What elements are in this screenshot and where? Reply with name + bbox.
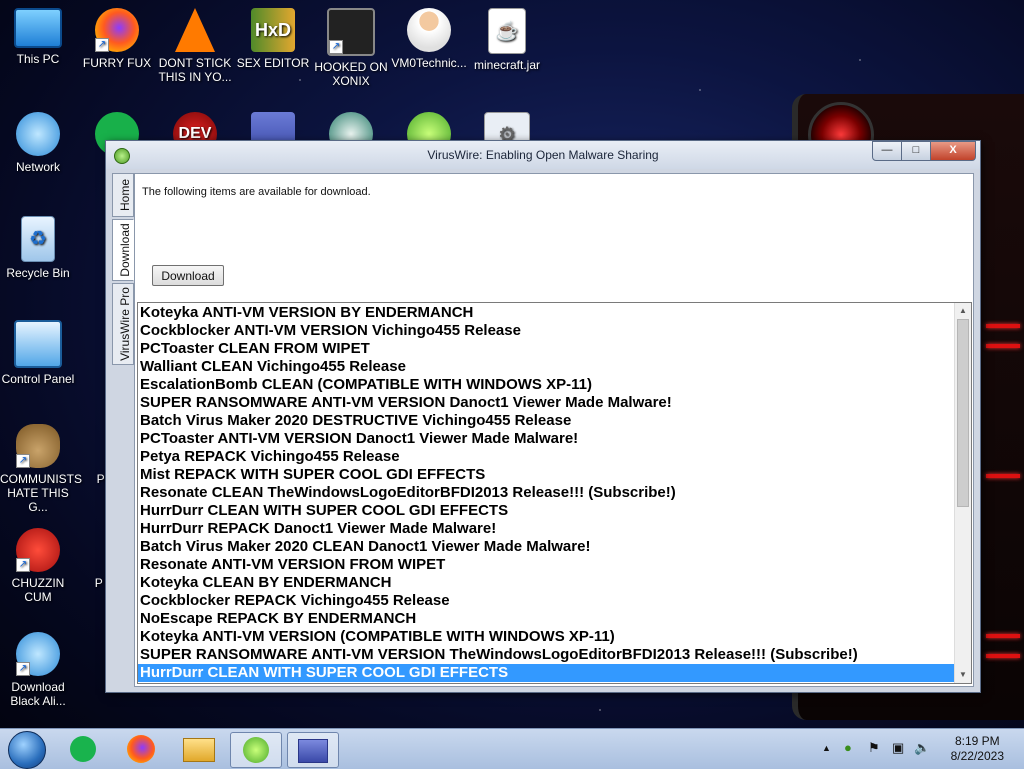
clock-time: 8:19 PM [954, 734, 1000, 748]
malware-list-item[interactable]: Koteyka CLEAN BY ENDERMANCH [138, 574, 954, 592]
tray-overflow-chevron-icon[interactable]: ▲ [822, 743, 831, 753]
malware-list-item[interactable]: Walliant CLEAN Vichingo455 Release [138, 358, 954, 376]
malware-list-item[interactable]: Batch Virus Maker 2020 CLEAN Danoct1 Vie… [138, 538, 954, 556]
network-globe-icon: ↗ [16, 632, 60, 676]
start-button[interactable] [8, 731, 46, 769]
network-globe-icon [16, 112, 60, 156]
scroll-up-arrow-icon[interactable]: ▲ [955, 303, 971, 319]
red-led-decoration [986, 474, 1020, 478]
xonix-game-icon: ↗ [327, 8, 375, 56]
scroll-down-arrow-icon[interactable]: ▼ [955, 667, 971, 683]
tab-label: Download [118, 223, 132, 277]
control-panel-icon [14, 320, 62, 368]
malware-list-item[interactable]: Cockblocker ANTI-VM VERSION Vichingo455 … [138, 322, 954, 340]
taskbar-green-app-icon[interactable] [58, 732, 108, 766]
desktop-icon-label: Network [15, 160, 60, 174]
desktop-icon-network[interactable]: Network [0, 112, 76, 174]
shortcut-arrow-icon: ↗ [95, 38, 109, 52]
taskbar-clock[interactable]: 8:19 PM 8/22/2023 [951, 734, 1004, 764]
download-button[interactable]: Download [152, 265, 224, 286]
vertical-tab-strip: Home Download VirusWire Pro [112, 173, 134, 367]
desktop-icon-label: SEX EDITOR [236, 56, 310, 70]
clock-date: 8/22/2023 [950, 749, 1004, 763]
desktop-icon-label: VM0Technic... [391, 56, 467, 70]
red-led-decoration [986, 324, 1020, 328]
malware-list-item[interactable]: PCToaster CLEAN FROM WIPET [138, 340, 954, 358]
desktop-icon-minecraft-jar[interactable]: ☕ minecraft.jar [469, 8, 545, 72]
malware-list-item[interactable]: NoEscape REPACK BY ENDERMANCH [138, 610, 954, 628]
monitor-icon [14, 8, 62, 48]
malware-list-item[interactable]: SUPER RANSOMWARE ANTI-VM VERSION Danoct1… [138, 394, 954, 412]
desktop-icon-label: This PC [16, 52, 60, 66]
malware-list-item[interactable]: Koteyka ANTI-VM VERSION BY ENDERMANCH [138, 304, 954, 322]
vertical-scrollbar[interactable]: ▲ ▼ [954, 303, 971, 683]
desktop-icon-label: minecraft.jar [473, 58, 541, 72]
desktop-icon-hooked-on-xonix[interactable]: ↗ HOOKED ON XONIX [313, 8, 389, 88]
volume-speaker-icon[interactable]: 🔈 [914, 740, 930, 756]
malware-list-item[interactable]: Mist REPACK WITH SUPER COOL GDI EFFECTS [138, 466, 954, 484]
viruswire-window[interactable]: VirusWire: Enabling Open Malware Sharing… [105, 140, 981, 693]
system-tray: ▲ ● ⚑ ▣ 🔈 8:19 PM 8/22/2023 [804, 729, 1024, 769]
taskbar-file-explorer-icon[interactable] [174, 732, 224, 766]
malware-list-item[interactable]: PCToaster ANTI-VM VERSION Danoct1 Viewer… [138, 430, 954, 448]
doctor-person-icon [407, 8, 451, 52]
download-tab-panel: The following items are available for do… [134, 173, 974, 687]
maximize-button[interactable]: □ [901, 141, 931, 161]
tray-lime-app-icon[interactable]: ● [844, 740, 852, 755]
malware-list-item[interactable]: Resonate ANTI-VM VERSION FROM WIPET [138, 556, 954, 574]
malware-listbox[interactable]: Koteyka ANTI-VM VERSION BY ENDERMANCH Coc… [137, 302, 972, 684]
action-center-flag-icon[interactable]: ⚑ [868, 740, 880, 756]
taskbar: ▲ ● ⚑ ▣ 🔈 8:19 PM 8/22/2023 [0, 728, 1024, 769]
red-chuzzle-icon: ↗ [16, 528, 60, 572]
shortcut-arrow-icon: ↗ [16, 558, 30, 572]
taskbar-viruswire-icon[interactable] [230, 732, 282, 768]
desktop-icon-sex-editor[interactable]: HxD SEX EDITOR [235, 8, 311, 70]
malware-list-item[interactable]: EscalationBomb CLEAN (COMPATIBLE WITH WI… [138, 376, 954, 394]
malware-list[interactable]: Koteyka ANTI-VM VERSION BY ENDERMANCH Coc… [138, 304, 954, 682]
desktop-icon-dont-stick[interactable]: DONT STICK THIS IN YO... [157, 8, 233, 84]
firefox-icon: ↗ [95, 8, 139, 52]
tab-download[interactable]: Download [112, 219, 134, 281]
vlc-cone-icon [175, 8, 215, 52]
malware-list-item[interactable]: Resonate CLEAN TheWindowsLogoEditorBFDI2… [138, 484, 954, 502]
close-button[interactable]: X [930, 141, 976, 161]
malware-list-item[interactable]: Koteyka ANTI-VM VERSION (COMPATIBLE WITH… [138, 628, 954, 646]
intro-text: The following items are available for do… [142, 186, 371, 198]
red-led-decoration [986, 344, 1020, 348]
desktop-icon-furry-fux[interactable]: ↗ FURRY FUX [79, 8, 155, 70]
taskbar-window-app-icon[interactable] [287, 732, 339, 768]
desktop-icon-label: HOOKED ON XONIX [314, 60, 388, 88]
window-title: VirusWire: Enabling Open Malware Sharing [427, 148, 659, 162]
desktop-icon-vm0technic[interactable]: VM0Technic... [391, 8, 467, 70]
desktop-icon-label: DONT STICK THIS IN YO... [158, 56, 232, 84]
taskbar-firefox-icon[interactable] [116, 732, 166, 766]
scrollbar-thumb[interactable] [957, 319, 969, 507]
red-led-decoration [986, 634, 1020, 638]
malware-list-item[interactable]: SUPER RANSOMWARE ANTI-VM VERSION TheWind… [138, 646, 954, 664]
recycle-bin-icon: ♻ [21, 216, 55, 262]
malware-list-item[interactable]: Petya REPACK Vichingo455 Release [138, 448, 954, 466]
red-led-decoration [986, 654, 1020, 658]
malware-list-item[interactable]: HurrDurr CLEAN WITH SUPER COOL GDI EFFEC… [138, 502, 954, 520]
malware-list-item[interactable]: Batch Virus Maker 2020 DESTRUCTIVE Vichi… [138, 412, 954, 430]
shortcut-arrow-icon: ↗ [16, 454, 30, 468]
minimize-button[interactable]: — [872, 141, 902, 161]
tab-viruswire-pro[interactable]: VirusWire Pro [112, 283, 134, 365]
malware-list-item[interactable]: HurrDurr CLEAN WITH SUPER COOL GDI EFFEC… [138, 664, 954, 682]
desktop-icon-label: FURRY FUX [82, 56, 152, 70]
java-file-icon: ☕ [488, 8, 526, 54]
money-bag-icon: ↗ [16, 424, 60, 468]
malware-list-item[interactable]: Cockblocker REPACK Vichingo455 Release [138, 592, 954, 610]
tab-label: VirusWire Pro [118, 287, 132, 361]
shortcut-arrow-icon: ↗ [16, 662, 30, 676]
shortcut-arrow-icon: ↗ [329, 40, 343, 54]
window-titlebar[interactable]: VirusWire: Enabling Open Malware Sharing… [106, 141, 980, 169]
desktop-icon-this-pc[interactable]: This PC [0, 8, 76, 66]
network-status-icon[interactable]: ▣ [892, 740, 904, 756]
malware-list-item[interactable]: HurrDurr REPACK Danoct1 Viewer Made Malw… [138, 520, 954, 538]
hxd-editor-icon: HxD [251, 8, 295, 52]
